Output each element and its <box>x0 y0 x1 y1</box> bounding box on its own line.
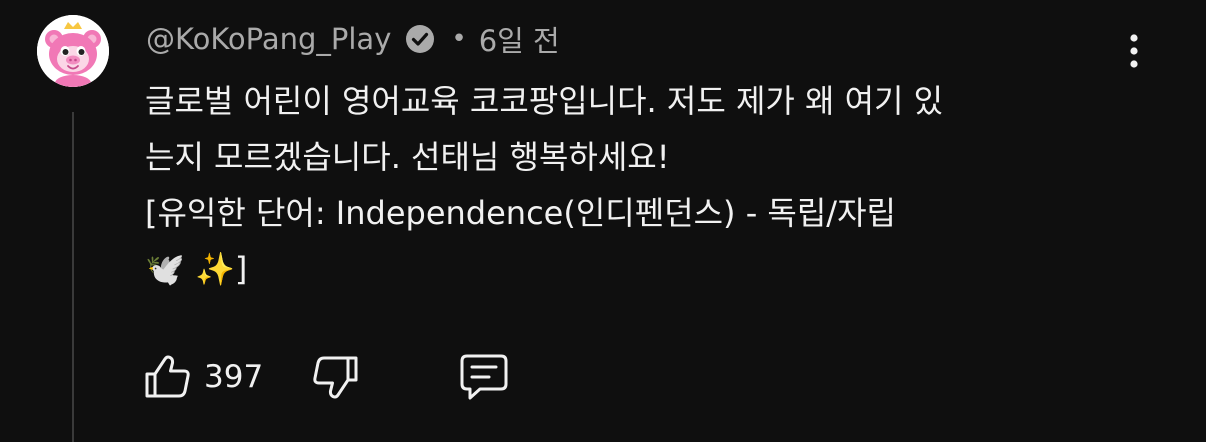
thread-line <box>72 112 74 442</box>
comment-reply-icon <box>460 354 508 400</box>
comment-timestamp[interactable]: 6일 전 <box>479 18 560 60</box>
thumbs-down-icon <box>313 356 358 399</box>
like-button[interactable]: 397 <box>144 352 263 402</box>
dislike-button[interactable] <box>312 352 360 402</box>
comment-actions: 397 <box>144 352 544 402</box>
more-vertical-icon <box>1130 34 1138 68</box>
reply-button[interactable] <box>458 352 510 402</box>
more-options-button[interactable] <box>1116 28 1152 74</box>
author-name[interactable]: @KoKoPang_Play <box>146 22 391 56</box>
separator-dot: • <box>451 24 467 54</box>
comment-text: 글로벌 어린이 영어교육 코코팡입니다. 저도 제가 왜 여기 있 는지 모르겠… <box>145 82 944 288</box>
comment-header: @KoKoPang_Play • 6일 전 <box>146 18 560 60</box>
kokopang-avatar-icon <box>37 15 109 87</box>
like-count: 397 <box>204 359 264 395</box>
verified-check-icon <box>403 22 437 56</box>
avatar[interactable] <box>37 15 109 87</box>
thumbs-up-icon <box>145 355 190 398</box>
